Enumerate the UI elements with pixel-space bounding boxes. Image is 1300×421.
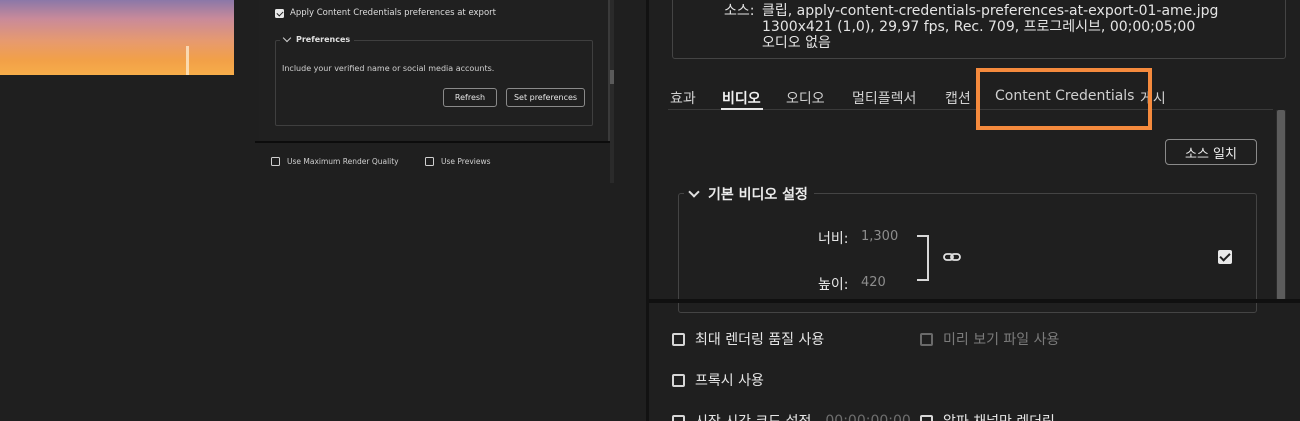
checkbox-icon[interactable]	[672, 373, 685, 387]
active-tab-indicator	[721, 108, 763, 110]
match-source-button[interactable]: 소스 일치	[1165, 139, 1257, 165]
mini-apply-label: Apply Content Credentials preferences at…	[290, 8, 496, 18]
set-preferences-button[interactable]: Set preferences	[506, 88, 585, 107]
use-previews-checkbox[interactable]: 미리 보기 파일 사용	[920, 329, 1059, 349]
max-render-quality-label: 최대 렌더링 품질 사용	[695, 332, 825, 348]
checkbox-checked-icon[interactable]	[275, 8, 284, 18]
use-proxy-checkbox[interactable]: 프록시 사용	[672, 370, 764, 390]
source-label: 소스:	[724, 3, 755, 19]
max-render-quality-checkbox[interactable]: 최대 렌더링 품질 사용	[672, 329, 824, 349]
mini-divider	[255, 141, 610, 143]
checkbox-icon[interactable]	[425, 157, 434, 166]
section-divider	[649, 299, 1300, 303]
render-alpha-only-checkbox[interactable]: 알파 채널만 렌더링	[920, 411, 1055, 421]
height-label: 높이:	[818, 277, 849, 293]
width-label: 너비:	[818, 231, 849, 247]
mini-preferences-title: Preferences	[296, 35, 351, 44]
basic-video-settings-group	[678, 193, 1257, 313]
link-icon[interactable]	[943, 251, 961, 263]
preview-image	[0, 0, 234, 75]
mini-scrollbar-thumb[interactable]	[610, 70, 614, 84]
light-streak	[186, 46, 189, 75]
checkbox-icon[interactable]	[920, 414, 933, 421]
refresh-button[interactable]: Refresh	[443, 88, 497, 107]
tab-captions[interactable]: 캡션	[945, 88, 971, 108]
mini-apply-credentials-checkbox[interactable]: Apply Content Credentials preferences at…	[275, 8, 496, 18]
mini-use-previews-checkbox[interactable]: Use Previews	[425, 157, 491, 166]
width-field[interactable]: 1,300	[861, 229, 898, 244]
mini-use-previews-label: Use Previews	[441, 157, 491, 166]
aspect-lock-checkbox[interactable]	[1218, 250, 1232, 264]
basic-video-settings-header[interactable]: 기본 비디오 설정	[684, 184, 814, 204]
settings-scrollbar-thumb[interactable]	[1277, 110, 1285, 300]
mini-max-render-checkbox[interactable]: Use Maximum Render Quality	[271, 157, 399, 166]
source-audio: 오디오 없음	[762, 35, 831, 51]
height-field[interactable]: 420	[861, 275, 886, 290]
tab-video[interactable]: 비디오	[722, 88, 761, 108]
start-timecode-field[interactable]: 00;00;00;00	[825, 413, 910, 421]
tab-highlight-callout	[976, 68, 1152, 130]
aspect-bracket	[917, 235, 929, 281]
render-alpha-only-label: 알파 채널만 렌더링	[943, 411, 1055, 421]
tab-multiplexer[interactable]: 멀티플렉서	[852, 88, 916, 108]
tab-effects[interactable]: 효과	[670, 88, 696, 108]
chevron-down-icon	[688, 186, 700, 198]
mini-scrollbar[interactable]	[610, 0, 614, 183]
use-previews-label: 미리 보기 파일 사용	[943, 332, 1060, 348]
mini-preferences-group	[275, 40, 593, 126]
set-start-timecode-label: 시작 시간 코드 설정	[695, 411, 811, 421]
checkbox-icon[interactable]	[672, 414, 685, 421]
mini-max-render-label: Use Maximum Render Quality	[287, 157, 399, 166]
set-start-timecode-checkbox[interactable]: 시작 시간 코드 설정 00;00;00;00	[672, 411, 911, 421]
mini-preferences-header[interactable]: Preferences	[280, 33, 355, 44]
checkbox-icon[interactable]	[920, 332, 933, 346]
checkbox-icon[interactable]	[271, 157, 280, 166]
chevron-down-icon	[282, 33, 292, 43]
basic-video-settings-title: 기본 비디오 설정	[708, 187, 808, 203]
checkbox-icon[interactable]	[672, 332, 685, 346]
mini-preferences-desc: Include your verified name or social med…	[282, 64, 495, 73]
use-proxy-label: 프록시 사용	[695, 373, 764, 389]
tab-audio[interactable]: 오디오	[786, 88, 825, 108]
